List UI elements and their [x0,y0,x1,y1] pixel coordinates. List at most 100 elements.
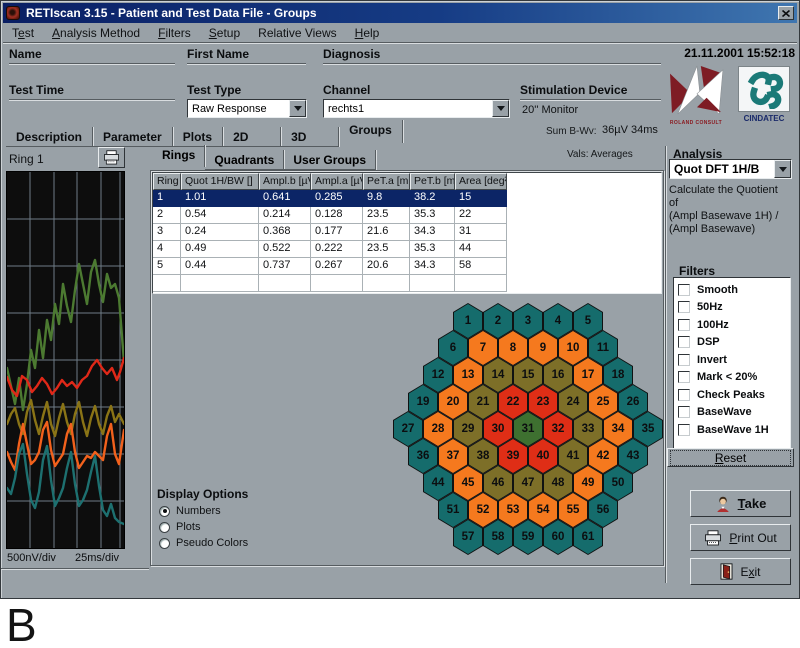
col-header[interactable]: Ring [153,173,181,190]
checkbox-icon[interactable] [678,389,690,401]
table-cell: 1.01 [181,190,259,207]
checkbox-icon[interactable] [678,424,690,436]
reset-button[interactable]: Reset [667,448,794,467]
hex-cell-number: 25 [597,396,610,408]
print-out-button[interactable]: Print Out [690,524,791,551]
checkbox-icon[interactable] [678,406,690,418]
radio-icon[interactable] [159,522,170,533]
table-row[interactable]: 50.440.7370.26720.634.358 [153,258,661,275]
table-row[interactable]: 20.540.2140.12823.535.322 [153,207,661,224]
filter-item-basewave-1h[interactable]: BaseWave 1H [678,421,790,439]
table-cell: 15 [455,190,507,207]
table-row[interactable]: 40.490.5220.22223.535.344 [153,241,661,258]
channel-label: Channel [323,83,370,97]
col-header[interactable]: PeT.b [m [410,173,455,190]
hex-cell-fill: 4 [544,304,572,338]
hex-cell-fill: 14 [484,358,512,392]
hex-cell-number: 42 [597,450,610,462]
checkbox-icon[interactable] [678,284,690,296]
checkbox-icon[interactable] [678,371,690,383]
menu-item-setup[interactable]: Setup [200,24,249,42]
tab-3d[interactable]: 3D [281,127,339,147]
tab-groups[interactable]: Groups [339,120,403,143]
hex-cell-fill: 25 [589,385,617,419]
menu-item-filters[interactable]: Filters [149,24,200,42]
data-table: RingQuot 1H/BW []Ampl.b [µV]Ampl.a [µV]P… [152,172,662,294]
col-header[interactable]: Quot 1H/BW [] [181,173,259,190]
hex-cell-fill: 51 [439,493,467,527]
test-type-select[interactable]: Raw Response [187,99,307,118]
table-cell: 35.3 [410,241,455,258]
sub-tab-bar: RingsQuadrantsUser Groups [153,149,376,170]
menu-item-help[interactable]: Help [346,24,389,42]
subtab-rings[interactable]: Rings [153,145,205,167]
subtab-user-groups[interactable]: User Groups [284,150,376,170]
hex-cell-number: 45 [462,477,475,489]
tab-plots[interactable]: Plots [173,127,223,147]
channel-dropdown-button[interactable] [492,100,509,117]
filter-item-smooth[interactable]: Smooth [678,281,790,299]
col-header[interactable]: Area [deg²] [455,173,507,190]
name-field[interactable] [9,63,175,65]
filter-item-dsp[interactable]: DSP [678,334,790,352]
test-type-dropdown-button[interactable] [289,100,306,117]
hex-cell-number: 26 [627,396,640,408]
display-option-pseudo-colors[interactable]: Pseudo Colors [159,535,248,551]
checkbox-icon[interactable] [678,336,690,348]
hex-cell-number: 19 [417,396,430,408]
plot-print-button[interactable] [98,147,125,168]
hex-cell-fill: 39 [499,439,527,473]
figure-label: B [6,598,37,648]
filter-item-100hz[interactable]: 100Hz [678,316,790,334]
table-cell: 0.522 [259,241,311,258]
checkbox-icon[interactable] [678,319,690,331]
menu-item-relative-views[interactable]: Relative Views [249,24,345,42]
filter-item-mark-20-[interactable]: Mark < 20% [678,369,790,387]
hex-cell-number: 61 [582,531,595,543]
test-time-field[interactable] [9,99,175,101]
plot-x-scale: 25ms/div [75,552,119,564]
display-option-numbers[interactable]: Numbers [159,503,248,519]
tab-2d[interactable]: 2D [223,127,281,147]
menu-item-test[interactable]: Test [3,24,43,42]
hex-cell-fill: 21 [469,385,497,419]
first-name-field[interactable] [187,63,306,65]
hex-cell-fill: 41 [559,439,587,473]
filter-item-invert[interactable]: Invert [678,351,790,369]
filter-item-basewave[interactable]: BaseWave [678,404,790,422]
table-cell: 2 [153,207,181,224]
analysis-select[interactable]: Quot DFT 1H/B [669,159,792,179]
col-header[interactable]: Ampl.a [µV] [311,173,363,190]
table-row[interactable]: 11.010.6410.2859.838.215 [153,190,661,207]
radio-icon[interactable] [159,538,170,549]
table-cell: 23.5 [363,207,410,224]
hex-cell-number: 4 [555,315,561,327]
close-button[interactable] [778,6,794,20]
col-header[interactable]: Ampl.b [µV] [259,173,311,190]
filter-item-50hz[interactable]: 50Hz [678,299,790,317]
filter-item-check-peaks[interactable]: Check Peaks [678,386,790,404]
display-option-plots[interactable]: Plots [159,519,248,535]
table-row[interactable]: 30.240.3680.17721.634.331 [153,224,661,241]
tab-description[interactable]: Description [6,127,93,147]
take-button[interactable]: Take [690,490,791,517]
exit-button[interactable]: Exit [690,558,791,585]
hex-cell-number: 14 [492,369,505,381]
analysis-dropdown-button[interactable] [774,160,791,178]
radio-label: Pseudo Colors [176,537,248,549]
checkbox-icon[interactable] [678,354,690,366]
tab-parameter[interactable]: Parameter [93,127,173,147]
table-cell: 0.54 [181,207,259,224]
channel-select[interactable]: rechts1 [323,99,510,118]
checkbox-icon[interactable] [678,301,690,313]
radio-icon[interactable] [159,506,170,517]
hex-cell-fill: 56 [589,493,617,527]
col-header[interactable]: PeT.a [m [363,173,410,190]
hex-cell-number: 32 [552,423,565,435]
menu-item-analysis-method[interactable]: Analysis Method [43,24,149,42]
table-cell: 0.214 [259,207,311,224]
subtab-quadrants[interactable]: Quadrants [205,150,284,170]
filters-list: Smooth50Hz100HzDSPInvertMark < 20%Check … [673,277,791,458]
diagnosis-field[interactable] [323,63,661,65]
hex-cell-number: 5 [585,315,591,327]
